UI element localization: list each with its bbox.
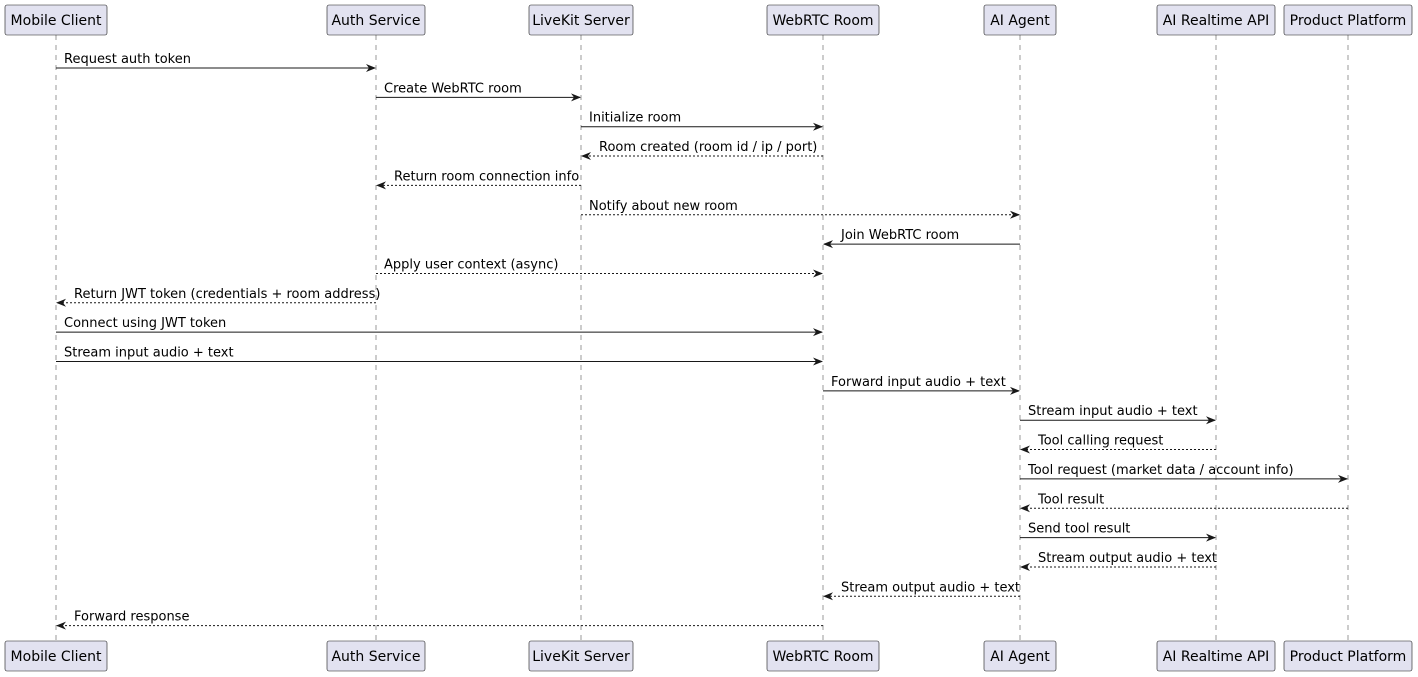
- message-7: Join WebRTC room: [823, 228, 1020, 249]
- arrow-head: [56, 621, 66, 630]
- message-2: Create WebRTC room: [376, 81, 581, 102]
- participant-label: LiveKit Server: [532, 13, 630, 29]
- message-label: Request auth token: [64, 52, 191, 67]
- message-20: Forward response: [56, 610, 823, 630]
- message-label: Notify about new room: [589, 199, 738, 214]
- participant-agent-top: AI Agent: [983, 4, 1057, 36]
- arrow-head: [1020, 504, 1030, 513]
- message-label: Initialize room: [589, 111, 681, 126]
- participant-label: Mobile Client: [11, 649, 102, 665]
- message-label: Stream input audio + text: [64, 346, 234, 361]
- message-13: Stream input audio + text: [1020, 404, 1216, 425]
- message-label: Forward response: [74, 610, 189, 625]
- message-3: Initialize room: [581, 111, 823, 131]
- participant-label: WebRTC Room: [772, 13, 873, 29]
- participant-webrtc-bottom: WebRTC Room: [766, 640, 880, 672]
- participant-label: AI Realtime API: [1163, 649, 1270, 665]
- participant-webrtc-top: WebRTC Room: [766, 4, 880, 36]
- message-label: Stream output audio + text: [1038, 551, 1217, 566]
- participant-label: Product Platform: [1290, 13, 1407, 29]
- participant-agent-bottom: AI Agent: [983, 640, 1057, 672]
- arrow-head: [1020, 562, 1030, 571]
- message-label: Join WebRTC room: [840, 228, 959, 243]
- participant-realtime-top: AI Realtime API: [1156, 4, 1276, 36]
- message-label: Return JWT token (credentials + room add…: [74, 287, 380, 302]
- message-11: Stream input audio + text: [56, 346, 823, 366]
- participant-label: Auth Service: [331, 13, 420, 29]
- message-4: Room created (room id / ip / port): [581, 140, 823, 161]
- message-label: Return room connection info: [394, 169, 579, 184]
- message-12: Forward input audio + text: [823, 375, 1020, 395]
- message-label: Tool result: [1037, 492, 1104, 507]
- participant-mobile-top: Mobile Client: [4, 4, 108, 36]
- message-label: Stream input audio + text: [1028, 404, 1198, 419]
- participant-label: Product Platform: [1290, 649, 1407, 665]
- message-17: Send tool result: [1020, 522, 1216, 542]
- message-18: Stream output audio + text: [1020, 551, 1217, 571]
- participants-top: Mobile Client Auth Service LiveKit Server W…: [4, 4, 1413, 36]
- message-9: Return JWT token (credentials + room add…: [56, 287, 380, 307]
- arrow-head: [56, 298, 66, 307]
- message-label: Apply user context (async): [384, 257, 558, 272]
- participant-label: AI Realtime API: [1163, 13, 1270, 29]
- participant-realtime-bottom: AI Realtime API: [1156, 640, 1276, 672]
- message-label: Connect using JWT token: [64, 316, 226, 331]
- participant-auth-top: Auth Service: [326, 4, 426, 36]
- message-14: Tool calling request: [1020, 434, 1216, 454]
- message-label: Forward input audio + text: [831, 375, 1006, 390]
- message-8: Apply user context (async): [376, 257, 823, 278]
- message-5: Return room connection info: [376, 169, 581, 190]
- arrow-head: [1020, 445, 1030, 454]
- participant-label: Auth Service: [331, 649, 420, 665]
- participant-label: AI Agent: [990, 13, 1050, 29]
- message-label: Tool request (market data / account info…: [1027, 463, 1294, 478]
- participant-livekit-top: LiveKit Server: [528, 4, 634, 36]
- participant-product-bottom: Product Platform: [1283, 640, 1413, 672]
- message-label: Send tool result: [1028, 522, 1130, 537]
- message-19: Stream output audio + text: [823, 580, 1020, 601]
- participant-livekit-bottom: LiveKit Server: [528, 640, 634, 672]
- message-6: Notify about new room: [581, 199, 1020, 219]
- message-10: Connect using JWT token: [56, 316, 823, 337]
- participant-label: AI Agent: [990, 649, 1050, 665]
- messages: Request auth token Create WebRTC room Init…: [56, 52, 1348, 630]
- participant-label: LiveKit Server: [532, 649, 630, 665]
- participant-product-top: Product Platform: [1283, 4, 1413, 36]
- message-15: Tool request (market data / account info…: [1020, 463, 1348, 483]
- message-label: Room created (room id / ip / port): [599, 140, 817, 155]
- participant-auth-bottom: Auth Service: [326, 640, 426, 672]
- participant-label: WebRTC Room: [772, 649, 873, 665]
- message-1: Request auth token: [56, 52, 376, 72]
- arrow-head: [813, 269, 823, 278]
- participant-mobile-bottom: Mobile Client: [4, 640, 108, 672]
- message-label: Tool calling request: [1037, 434, 1163, 449]
- participant-label: Mobile Client: [11, 13, 102, 29]
- arrow-head: [1010, 210, 1020, 219]
- participants-bottom: Mobile Client Auth Service LiveKit Server W…: [4, 640, 1413, 672]
- message-label: Create WebRTC room: [384, 81, 522, 96]
- message-label: Stream output audio + text: [841, 580, 1020, 595]
- sequence-diagram: Request auth token Create WebRTC room Init…: [4, 4, 1413, 672]
- message-16: Tool result: [1020, 492, 1348, 513]
